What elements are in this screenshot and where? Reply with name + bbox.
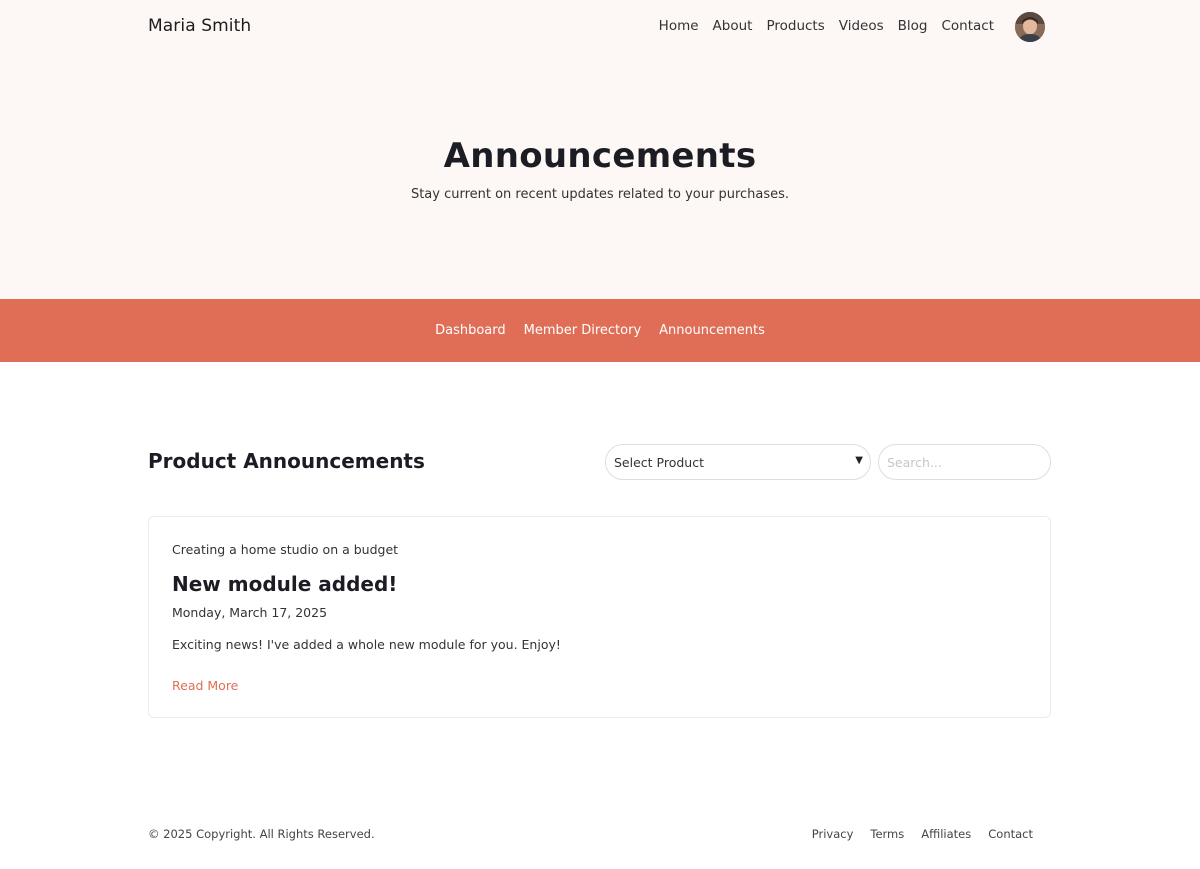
announcement-title: New module added! [172, 572, 398, 596]
footer-links: Privacy Terms Affiliates Contact [812, 827, 1033, 841]
footer-contact-link[interactable]: Contact [988, 827, 1033, 841]
avatar-photo-icon [1015, 12, 1045, 42]
hero-section: Maria Smith Home About Products Videos B… [0, 0, 1200, 299]
announcement-product: Creating a home studio on a budget [172, 542, 399, 557]
page-subtitle: Stay current on recent updates related t… [410, 187, 790, 202]
footer-terms-link[interactable]: Terms [870, 827, 904, 841]
announcement-date: Monday, March 17, 2025 [172, 605, 328, 620]
nav-contact[interactable]: Contact [941, 18, 994, 34]
nav-about[interactable]: About [713, 18, 753, 34]
footer-privacy-link[interactable]: Privacy [812, 827, 854, 841]
subnav-member-directory[interactable]: Member Directory [524, 323, 642, 338]
product-select-value: Select Product [614, 455, 704, 470]
nav-home[interactable]: Home [659, 18, 699, 34]
read-more-link[interactable]: Read More [172, 678, 238, 693]
caret-down-icon: ▼ [855, 455, 863, 466]
main-nav: Home About Products Videos Blog Contact [659, 18, 994, 34]
member-subnav: Dashboard Member Directory Announcements [0, 299, 1200, 362]
footer-copyright: © 2025 Copyright. All Rights Reserved. [148, 827, 375, 841]
footer-affiliates-link[interactable]: Affiliates [921, 827, 971, 841]
subnav-dashboard[interactable]: Dashboard [435, 323, 506, 338]
nav-blog[interactable]: Blog [898, 18, 928, 34]
section-title: Product Announcements [148, 449, 425, 473]
search-input[interactable] [878, 444, 1051, 480]
nav-products[interactable]: Products [766, 18, 824, 34]
user-avatar[interactable] [1015, 12, 1045, 42]
announcement-body: Exciting news! I've added a whole new mo… [172, 637, 561, 652]
page-title: Announcements [443, 136, 757, 176]
nav-videos[interactable]: Videos [839, 18, 884, 34]
subnav-announcements[interactable]: Announcements [659, 323, 765, 338]
site-brand[interactable]: Maria Smith [148, 16, 251, 36]
announcement-card: Creating a home studio on a budget New m… [148, 516, 1051, 718]
product-select[interactable]: Select Product ▼ [605, 444, 871, 480]
